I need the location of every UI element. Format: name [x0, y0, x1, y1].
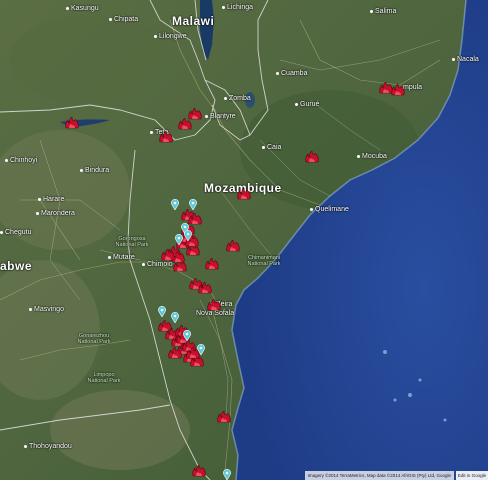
fire-icon[interactable] [226, 239, 240, 252]
location-pin-icon[interactable] [175, 232, 183, 246]
fire-icon[interactable] [207, 298, 221, 311]
dry-south [50, 390, 190, 470]
location-pin-icon[interactable] [171, 310, 179, 324]
location-pin-icon[interactable] [189, 197, 197, 211]
island [393, 398, 397, 402]
island [408, 393, 412, 397]
fire-icon[interactable] [159, 130, 173, 143]
satellite-map[interactable]: Malawi Mozambique abwe Lilongwe Zomba Bl… [0, 0, 488, 480]
fire-icon[interactable] [305, 150, 319, 163]
fire-icon[interactable] [391, 83, 405, 96]
location-pin-icon[interactable] [183, 328, 191, 342]
location-pin-icon[interactable] [184, 228, 192, 242]
location-pin-icon[interactable] [158, 304, 166, 318]
map-terrain [0, 0, 488, 480]
island [443, 418, 447, 422]
fire-icon[interactable] [217, 410, 231, 423]
fire-icon[interactable] [198, 281, 212, 294]
fire-icon[interactable] [161, 248, 175, 261]
fire-icon[interactable] [192, 464, 206, 477]
island [383, 350, 387, 354]
location-pin-icon[interactable] [223, 467, 231, 480]
location-pin-icon[interactable] [171, 197, 179, 211]
lake-chilwa [245, 92, 255, 108]
fire-icon[interactable] [168, 346, 182, 359]
location-pin-icon[interactable] [197, 342, 205, 356]
island [418, 378, 422, 382]
fire-icon[interactable] [178, 117, 192, 130]
report-map-error-link[interactable]: Edit in Google [456, 471, 488, 480]
map-attribution: Imagery ©2014 TerraMetrics, Map data ©20… [304, 471, 454, 480]
green-zambia [10, 15, 170, 105]
fire-icon[interactable] [65, 116, 79, 129]
fire-icon[interactable] [205, 257, 219, 270]
fire-icon[interactable] [237, 187, 251, 200]
